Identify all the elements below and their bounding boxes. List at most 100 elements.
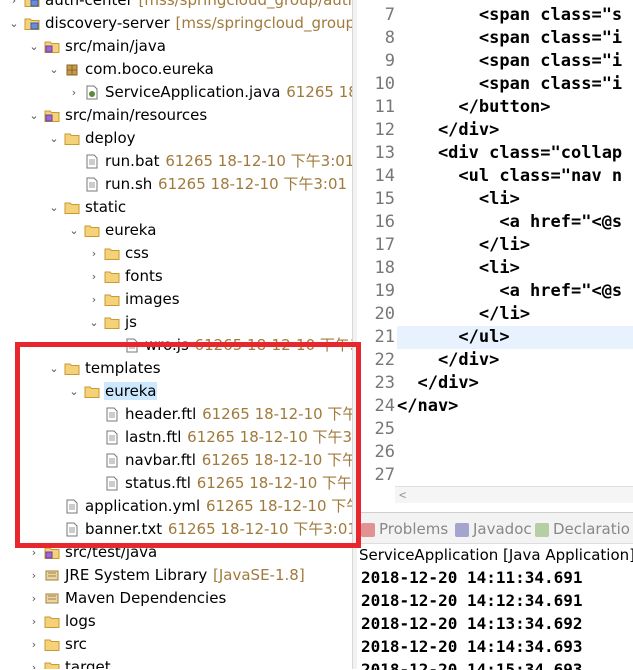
line-number: 25 [374,419,395,439]
code-line[interactable]: <span class="i [397,73,622,96]
line-number: 23 [374,373,395,393]
chevron-down-icon[interactable]: ⌄ [48,58,60,81]
tree-item[interactable]: ⌄ deploy [0,127,352,150]
tree-item[interactable]: › src [0,633,352,656]
chevron-right-icon[interactable]: › [88,242,100,265]
tree-item-decoration: 61265 18-12-10 下午3:01 li [153,175,357,193]
line-number: 15 [374,189,395,209]
tree-item[interactable]: › target [0,656,352,669]
tree-item[interactable]: › fonts [0,265,352,288]
code-line[interactable]: <a href="<@s [397,211,622,234]
red-highlight-box [15,342,361,548]
chevron-down-icon[interactable]: ⌄ [8,12,20,35]
chevron-right-icon[interactable]: › [28,633,40,656]
code-line[interactable]: </div> [397,119,499,142]
chevron-right-icon[interactable]: › [8,0,20,12]
editor-horizontal-scrollbar[interactable]: < [395,486,633,503]
code-line[interactable]: <span class="s [397,4,622,27]
view-tab[interactable]: Declaratio [535,519,630,539]
chevron-down-icon[interactable]: ⌄ [28,104,40,127]
tree-item[interactable]: › logs [0,610,352,633]
tree-item[interactable]: run.bat 61265 18-12-10 下午3:01 [0,150,354,173]
chevron-right-icon[interactable]: › [28,564,40,587]
folder-icon [64,202,80,214]
tree-item-label: run.sh [105,175,153,193]
tree-item-label: ServiceApplication.java [105,83,281,101]
tree-item-label: run.bat [105,152,160,170]
lib-icon [45,570,59,581]
tree-item[interactable]: › ServiceApplication.java 61265 18- [0,81,357,104]
code-line[interactable]: </nav> [397,395,458,418]
code-line[interactable]: <a href="<@s [397,280,622,303]
chevron-right-icon[interactable]: › [28,587,40,610]
line-number: 21 [374,327,395,347]
folder-icon [104,248,120,260]
chevron-down-icon[interactable]: ⌄ [28,35,40,58]
tree-item-label: deploy [85,129,136,147]
tree-item-decoration: 61265 18- [281,83,357,101]
tree-item[interactable]: run.sh 61265 18-12-10 下午3:01 li [0,173,357,196]
code-line[interactable]: </li> [397,234,530,257]
folder-icon [44,662,60,669]
line-number: 27 [374,465,395,485]
tree-item[interactable]: › css [0,242,352,265]
folder-icon [104,294,120,306]
chevron-right-icon[interactable]: › [28,656,40,669]
code-line[interactable]: </div> [397,372,478,395]
code-line[interactable]: </div> [397,349,499,372]
line-number: 20 [374,304,395,324]
chevron-right-icon[interactable]: › [28,610,40,633]
code-line[interactable]: <li> [397,257,520,280]
tree-item[interactable]: › images [0,288,352,311]
code-line[interactable]: <span class="i [397,50,622,73]
tree-item[interactable]: ⌄ discovery-server [mss/springcloud_group… [0,12,357,35]
tree-item-decoration: [mss/springcloud_group/ [170,14,357,32]
tree-item[interactable]: ⌄ eureka [0,219,352,242]
chevron-down-icon[interactable]: ⌄ [88,311,100,334]
tree-item-label: static [85,198,127,216]
chevron-down-icon[interactable]: ⌄ [48,127,60,150]
code-line[interactable]: <div class="collap [397,142,622,165]
tree-item[interactable]: ⌄ com.boco.eureka [0,58,352,81]
console-log-line: 2018-12-20 14:11:34.691 [361,568,583,587]
code-line[interactable]: <span class="i [397,27,622,50]
view-tab[interactable]: Problems [361,519,448,539]
code-line[interactable]: <li> [397,188,520,211]
chevron-right-icon[interactable]: › [88,288,100,311]
chevron-down-icon[interactable]: ⌄ [48,196,60,219]
project-icon [24,18,40,30]
folder-icon [104,317,120,329]
view-tab[interactable]: Javadoc [455,519,532,539]
console-log-line: 2018-12-20 14:12:34.691 [361,591,583,610]
tree-item-label: src [65,635,87,653]
tree-item[interactable]: ⌄ js [0,311,352,334]
chevron-down-icon[interactable]: ⌄ [68,219,80,242]
tree-item-label: src/main/resources [65,106,208,124]
code-line[interactable]: <ul class="nav n [397,165,622,188]
console-log-line: 2018-12-20 14:13:34.692 [361,614,583,633]
line-number: 16 [374,212,395,232]
line-number: 18 [374,258,395,278]
console-log-line: 2018-12-20 14:15:34.693 [361,660,583,670]
line-number: 26 [374,442,395,462]
code-line[interactable]: </button> [397,96,550,119]
chevron-right-icon[interactable]: › [68,81,80,104]
tree-item[interactable]: › auth-center [mss/springcloud_group/auth… [0,0,357,12]
chevron-right-icon[interactable]: › [88,265,100,288]
line-number: 12 [374,120,395,140]
tab-icon [455,522,469,537]
tree-item[interactable]: ⌄ src/main/java [0,35,352,58]
folder-icon [104,271,120,283]
lib-icon [45,593,59,604]
tree-item[interactable]: ⌄ src/main/resources [0,104,352,127]
code-line[interactable]: </ul> [397,326,509,349]
line-number: 9 [384,51,395,71]
view-tab-label: Javadoc [473,520,532,538]
tree-item[interactable]: › JRE System Library [JavaSE-1.8] [0,564,352,587]
code-editor[interactable]: 7 8 9 10 11 12 13 14 15 16 17 18 19 20 21 22 23 24 25 26 27 … [357,0,633,512]
code-line[interactable]: </li> [397,303,530,326]
tree-item[interactable]: › Maven Dependencies [0,587,352,610]
tree-item[interactable]: ⌄ static [0,196,352,219]
scroll-left-icon[interactable]: < [399,487,406,503]
folder-icon [84,225,100,237]
